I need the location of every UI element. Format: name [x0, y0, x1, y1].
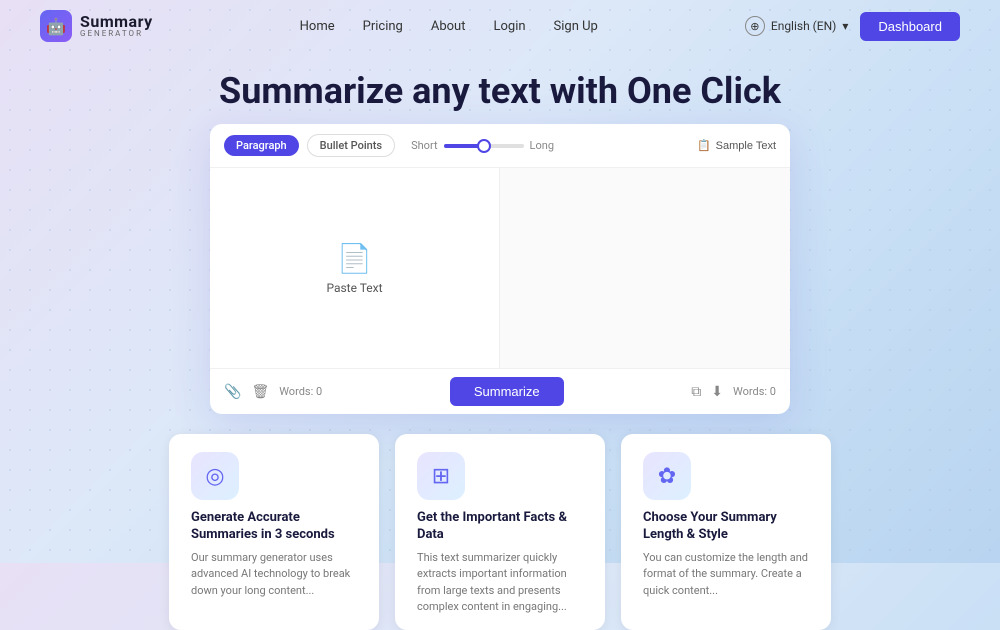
slider-long-label: Long: [530, 139, 554, 152]
footer-left: 📎 🗑 Words: 0: [224, 384, 322, 400]
logo-title: Summary: [80, 14, 153, 30]
nav-pricing[interactable]: Pricing: [363, 19, 403, 34]
feature-title-2: Choose Your Summary Length & Style: [643, 510, 809, 544]
feature-title-1: Get the Important Facts & Data: [417, 510, 583, 544]
footer-right: ⧉ ⬇ Words: 0: [691, 384, 776, 400]
attach-icon[interactable]: 📎: [224, 384, 241, 400]
nav-signup[interactable]: Sign Up: [554, 19, 598, 34]
output-word-count: Words: 0: [733, 385, 776, 398]
card-footer: 📎 🗑 Words: 0 Summarize ⧉ ⬇ Words: 0: [210, 368, 790, 414]
card-toolbar: Paragraph Bullet Points Short Long 📋 Sam…: [210, 124, 790, 168]
globe-icon: ⊕: [745, 16, 765, 36]
clipboard-icon: 📋: [697, 139, 711, 152]
accurate-icon: ◎: [205, 464, 224, 489]
style-icon: ✿: [658, 464, 676, 489]
sample-text-button[interactable]: 📋 Sample Text: [697, 139, 776, 152]
paste-icon: 📄: [337, 242, 372, 275]
dashboard-button[interactable]: Dashboard: [860, 12, 960, 41]
chevron-down-icon: ▾: [842, 19, 848, 33]
input-area[interactable]: 📄 Paste Text: [210, 168, 500, 368]
facts-icon: ⊞: [432, 464, 450, 489]
sample-text-label: Sample Text: [716, 140, 776, 152]
copy-icon[interactable]: ⧉: [691, 384, 701, 400]
tab-paragraph[interactable]: Paragraph: [224, 135, 299, 156]
output-area: [500, 168, 790, 368]
summarizer-card: Paragraph Bullet Points Short Long 📋 Sam…: [210, 124, 790, 414]
feature-icon-wrapper-1: ⊞: [417, 452, 465, 500]
navbar: 🤖 Summary GENERATOR Home Pricing About L…: [0, 0, 1000, 52]
card-body: 📄 Paste Text: [210, 168, 790, 368]
logo-text: Summary GENERATOR: [80, 14, 153, 38]
nav-right: ⊕ English (EN) ▾ Dashboard: [745, 12, 960, 41]
feature-icon-wrapper-0: ◎: [191, 452, 239, 500]
nav-home[interactable]: Home: [300, 19, 335, 34]
tab-bullets[interactable]: Bullet Points: [307, 134, 395, 157]
feature-card-style: ✿ Choose Your Summary Length & Style You…: [621, 434, 831, 630]
length-slider-container: Short Long: [411, 139, 554, 152]
toolbar-left: Paragraph Bullet Points Short Long: [224, 134, 554, 157]
nav-about[interactable]: About: [431, 19, 466, 34]
logo-subtitle: GENERATOR: [80, 30, 153, 38]
logo[interactable]: 🤖 Summary GENERATOR: [40, 10, 153, 42]
hero-section: Summarize any text with One Click: [0, 52, 1000, 124]
lang-text: English (EN): [771, 19, 836, 33]
feature-desc-2: You can customize the length and format …: [643, 550, 809, 600]
logo-icon: 🤖: [40, 10, 72, 42]
feature-desc-1: This text summarizer quickly extracts im…: [417, 550, 583, 616]
feature-title-0: Generate Accurate Summaries in 3 seconds: [191, 510, 357, 544]
features-section: ◎ Generate Accurate Summaries in 3 secon…: [0, 414, 1000, 630]
feature-card-accurate: ◎ Generate Accurate Summaries in 3 secon…: [169, 434, 379, 630]
nav-links: Home Pricing About Login Sign Up: [300, 19, 598, 34]
nav-login[interactable]: Login: [493, 19, 525, 34]
download-icon[interactable]: ⬇: [711, 384, 723, 400]
feature-desc-0: Our summary generator uses advanced AI t…: [191, 550, 357, 600]
hero-title: Summarize any text with One Click: [20, 70, 980, 112]
feature-icon-wrapper-2: ✿: [643, 452, 691, 500]
length-slider[interactable]: [444, 144, 524, 148]
feature-card-facts: ⊞ Get the Important Facts & Data This te…: [395, 434, 605, 630]
trash-icon[interactable]: 🗑: [251, 384, 269, 400]
slider-short-label: Short: [411, 139, 437, 152]
paste-label: Paste Text: [326, 281, 382, 295]
language-selector[interactable]: ⊕ English (EN) ▾: [745, 16, 849, 36]
slider-thumb: [477, 139, 491, 153]
input-word-count: Words: 0: [279, 385, 322, 398]
summarize-button[interactable]: Summarize: [450, 377, 564, 406]
